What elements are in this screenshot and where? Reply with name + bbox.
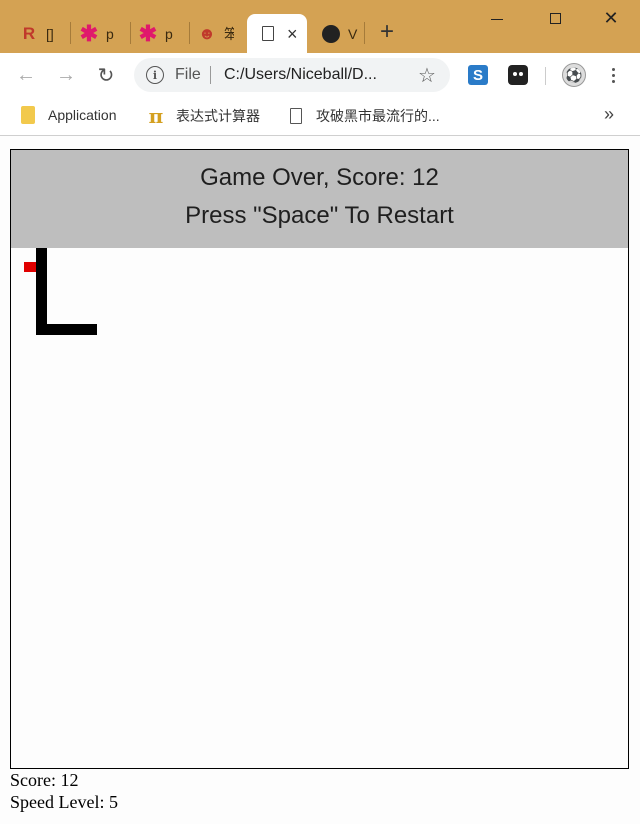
tab-title: 笨 xyxy=(224,25,234,42)
r-logo-icon: R xyxy=(22,23,36,43)
url-text[interactable]: C:/Users/Niceball/D... xyxy=(224,66,377,84)
bookmark-article[interactable]: 攻破黑市最流行的... xyxy=(288,106,440,126)
bookmark-calculator[interactable]: π 表达式计算器 xyxy=(148,104,260,128)
maximize-icon[interactable] xyxy=(545,8,565,28)
tab-title: [] xyxy=(46,25,54,42)
tab-4[interactable]: ☻ 笨 xyxy=(180,14,234,53)
tab-1[interactable]: R [] xyxy=(2,14,56,53)
tab-title: V xyxy=(348,25,358,42)
tiger-icon: ☻ xyxy=(198,23,216,43)
address-bar[interactable]: i File C:/Users/Niceball/D... ☆ xyxy=(134,58,450,92)
toolbar-divider xyxy=(545,67,546,85)
food-pellet xyxy=(24,262,36,272)
snake-segment xyxy=(36,324,97,335)
score-label: Score: 12 xyxy=(10,770,79,790)
back-arrow-icon[interactable]: ← xyxy=(14,63,38,87)
new-tab-button[interactable]: + xyxy=(380,20,394,44)
forward-arrow-icon[interactable]: → xyxy=(54,63,78,87)
folder-icon xyxy=(20,106,36,124)
asterisk-icon: ✱ xyxy=(138,20,158,46)
game-canvas[interactable]: Game Over, Score: 12 Press "Space" To Re… xyxy=(10,149,629,769)
bookmarks-overflow-icon[interactable]: » xyxy=(604,104,614,125)
scheme-label: File xyxy=(175,66,201,83)
info-icon[interactable]: i xyxy=(146,66,164,84)
close-window-icon[interactable]: ✕ xyxy=(601,8,621,28)
title-bar: R [] ✱ p ✱ p ☻ 笨 × V + ✕ xyxy=(0,0,640,53)
extension-s-icon[interactable]: S xyxy=(468,65,488,85)
tab-title: p xyxy=(165,25,173,42)
menu-dots-icon[interactable] xyxy=(604,63,622,87)
bookmark-label: 表达式计算器 xyxy=(176,108,260,124)
asterisk-icon: ✱ xyxy=(79,20,99,46)
tab-active[interactable]: × xyxy=(247,14,307,53)
tab-2[interactable]: ✱ p xyxy=(62,14,116,53)
page-icon xyxy=(259,25,277,43)
pi-icon: π xyxy=(148,104,164,128)
tab-title: p xyxy=(106,25,114,42)
extension-tampermonkey-icon[interactable] xyxy=(508,65,528,85)
game-over-overlay: Game Over, Score: 12 Press "Space" To Re… xyxy=(11,150,628,248)
speed-level-label: Speed Level: 5 xyxy=(10,792,118,812)
minimize-icon[interactable] xyxy=(487,8,507,28)
tab-separator xyxy=(364,22,365,44)
tab-6[interactable]: V xyxy=(304,14,358,53)
profile-avatar-icon[interactable]: ⚽ xyxy=(562,63,586,87)
page-icon xyxy=(288,107,304,125)
tab-3[interactable]: ✱ p xyxy=(121,14,175,53)
star-icon[interactable]: ☆ xyxy=(418,63,436,88)
close-tab-icon[interactable]: × xyxy=(287,25,298,43)
reload-icon[interactable]: ↻ xyxy=(94,63,118,87)
omnibox-divider xyxy=(210,66,211,84)
github-icon xyxy=(322,24,340,43)
bookmark-application[interactable]: Application xyxy=(20,106,117,124)
bookmarks-bar: Application π 表达式计算器 攻破黑市最流行的... » xyxy=(0,98,640,136)
bookmark-label: Application xyxy=(48,107,117,123)
restart-hint: Press "Space" To Restart xyxy=(185,202,454,229)
bookmark-label: 攻破黑市最流行的... xyxy=(316,108,440,124)
game-over-message: Game Over, Score: 12 xyxy=(200,164,439,191)
toolbar: ← → ↻ i File C:/Users/Niceball/D... ☆ S … xyxy=(0,53,640,98)
